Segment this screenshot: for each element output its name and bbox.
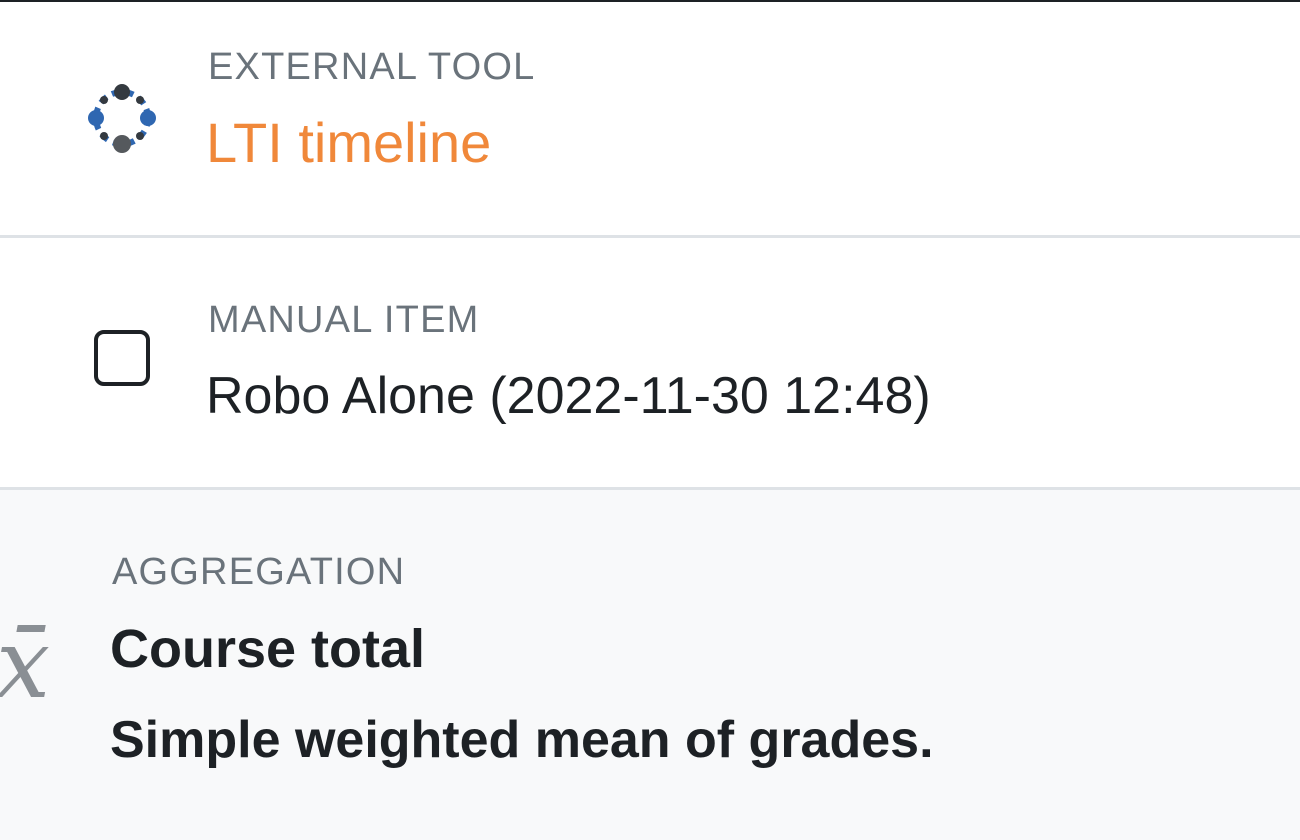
lti-tool-icon xyxy=(88,84,156,153)
manual-item-row xyxy=(0,238,1300,488)
aggregation-xbar-icon: x̄ xyxy=(0,608,51,720)
item-type-label: EXTERNAL TOOL xyxy=(208,46,536,88)
course-total-title: Course total xyxy=(110,619,426,679)
aggregation-description: Simple weighted mean of grades. xyxy=(110,711,934,769)
item-type-label: MANUAL ITEM xyxy=(208,299,480,341)
grade-items-panel: EXTERNAL TOOL LTI timeline MANUAL ITEM R… xyxy=(0,0,1300,840)
manual-item-title: Robo Alone (2022-11-30 12:48) xyxy=(206,367,931,425)
external-tool-row: EXTERNAL TOOL LTI timeline xyxy=(0,2,1300,236)
manual-item-checkbox-icon xyxy=(94,330,150,386)
item-type-label: AGGREGATION xyxy=(112,551,406,593)
lti-timeline-link[interactable]: LTI timeline xyxy=(206,110,491,175)
